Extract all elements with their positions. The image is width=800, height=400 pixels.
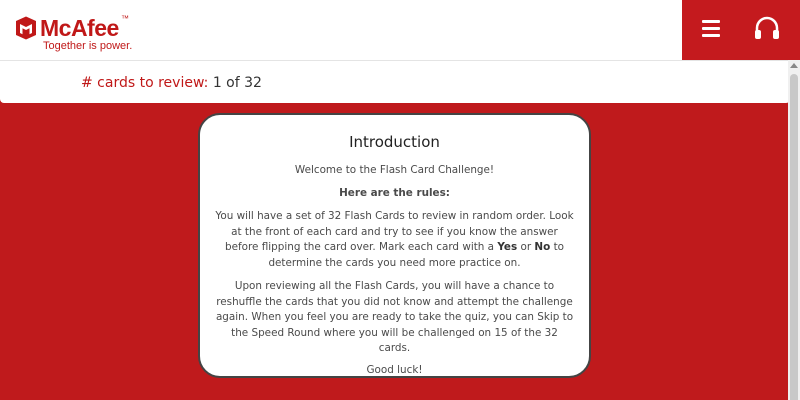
hamburger-menu-icon[interactable] (700, 18, 722, 40)
logo-trademark: ™ (121, 14, 129, 23)
header-nav-panel (682, 0, 800, 60)
cards-to-review-label: # cards to review: (81, 75, 209, 91)
mcafee-shield-icon (16, 16, 36, 40)
card-rules-paragraph-1: You will have a set of 32 Flash Cards to… (214, 209, 575, 271)
yes-label: Yes (497, 241, 518, 253)
logo-wordmark: McAfee (40, 15, 119, 41)
progress-bar: # cards to review: 1 of 32 (0, 60, 790, 103)
card-closing: Good luck! (366, 363, 423, 376)
intro-card: Introduction Welcome to the Flash Card C… (198, 113, 591, 378)
body1-text-b: or (517, 241, 535, 253)
card-rules-heading: Here are the rules: (339, 186, 450, 199)
cards-to-review-value: 1 of 32 (212, 75, 262, 91)
logo-tagline: Together is power. (43, 40, 133, 52)
card-title: Introduction (349, 133, 440, 151)
scroll-up-arrow-icon[interactable] (790, 63, 798, 68)
headset-icon[interactable] (752, 14, 782, 44)
mcafee-logo[interactable]: McAfee ™ Together is power. (8, 10, 208, 54)
scroll-thumb[interactable] (790, 74, 798, 400)
card-rules-paragraph-2: Upon reviewing all the Flash Cards, you … (215, 280, 574, 354)
card-welcome: Welcome to the Flash Card Challenge! (294, 164, 495, 176)
vertical-scrollbar[interactable] (788, 60, 800, 400)
no-label: No (534, 241, 551, 253)
top-bar: McAfee ™ Together is power. (0, 0, 800, 60)
cards-to-review: # cards to review: 1 of 32 (81, 75, 262, 91)
